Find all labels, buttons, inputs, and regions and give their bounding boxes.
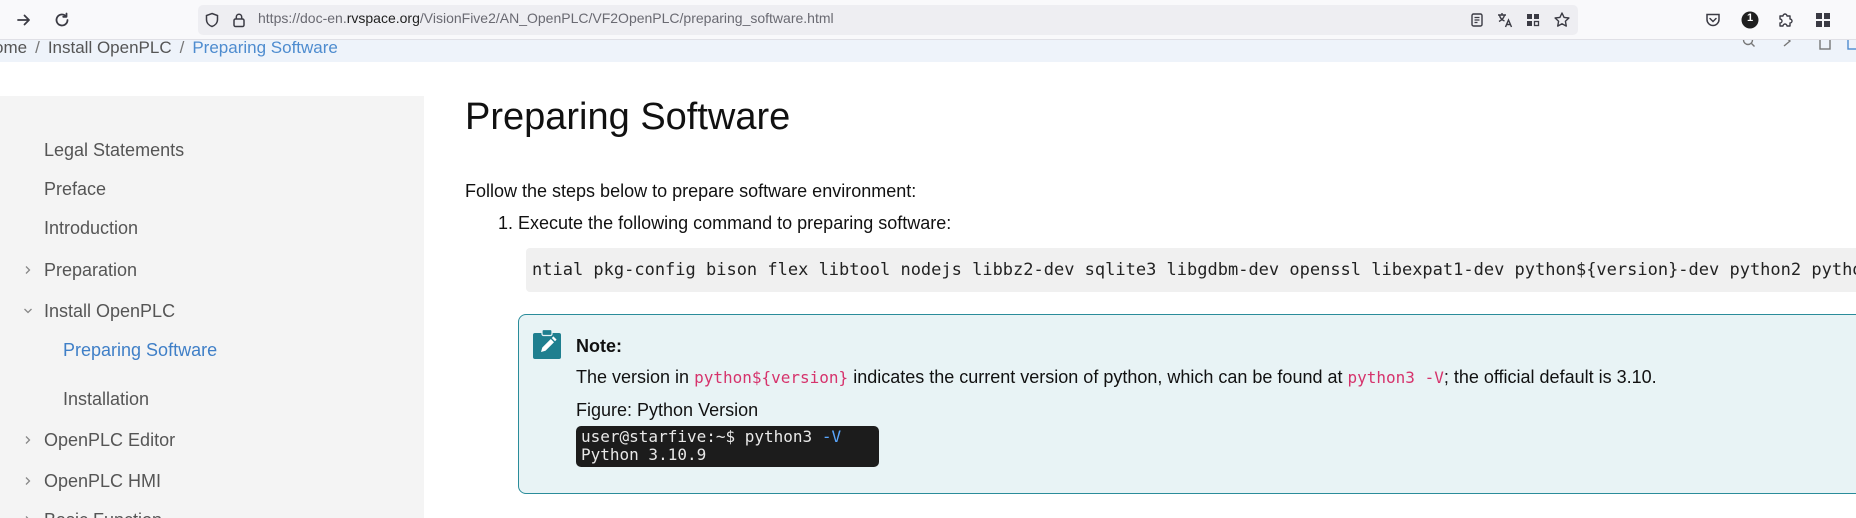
badge-count: 1 <box>1746 12 1754 24</box>
url-host: rvspace.org <box>346 10 420 26</box>
sidebar-item-label: Installation <box>63 389 150 409</box>
sidebar-item-preparation[interactable]: Preparation <box>25 260 138 281</box>
sidebar-item-install-openplc[interactable]: Install OpenPLC <box>24 301 176 322</box>
sidebar-item-preface[interactable]: Preface <box>44 179 106 200</box>
share-icon[interactable] <box>1846 40 1856 53</box>
inline-code: python${version} <box>694 368 849 387</box>
lock-icon[interactable] <box>229 10 249 30</box>
chevron-right-icon[interactable] <box>22 434 34 446</box>
chevron-right-icon[interactable] <box>22 514 34 518</box>
code-text: ntial pkg-config bison flex libtool node… <box>532 260 1856 280</box>
prev-page-icon[interactable] <box>1782 40 1794 51</box>
shield-icon[interactable] <box>202 10 222 30</box>
translate-icon[interactable] <box>1495 10 1515 30</box>
breadcrumb-separator: / <box>179 40 185 57</box>
apps-icon[interactable] <box>1812 9 1834 31</box>
chevron-right-icon[interactable] <box>22 264 34 276</box>
terminal-output: Python 3.10.9 <box>581 445 707 464</box>
chevron-down-icon[interactable] <box>22 305 34 317</box>
sidebar-item-openplc-editor[interactable]: OpenPLC Editor <box>25 430 176 451</box>
browser-toolbar: https://doc-en.rvspace.org/VisionFive2/A… <box>0 0 1856 40</box>
terminal-prompt: user@starfive:~$ python3 <box>581 427 822 446</box>
extensions-grid-icon[interactable] <box>1523 10 1543 30</box>
note-text: The version in <box>576 367 695 387</box>
sidebar-item-installation[interactable]: Installation <box>63 389 149 410</box>
inline-code: python3 -V <box>1347 368 1444 387</box>
step-1: 1. Execute the following command to prep… <box>498 213 952 233</box>
reader-view-icon[interactable] <box>1467 10 1487 30</box>
url-text[interactable]: https://doc-en.rvspace.org/VisionFive2/A… <box>258 10 834 26</box>
breadcrumb-home[interactable]: ome <box>0 40 27 57</box>
sidebar-item-label: Preparation <box>44 260 138 280</box>
sidebar-item-label: OpenPLC HMI <box>44 471 162 491</box>
note-text: ; the official default is 3.10. <box>1443 367 1657 387</box>
url-prefix: https://doc-en. <box>258 10 347 26</box>
reload-icon[interactable] <box>50 8 74 32</box>
terminal-screenshot: user@starfive:~$ python3 -V Python 3.10.… <box>576 426 879 467</box>
sidebar-item-label: Install OpenPLC <box>44 301 176 321</box>
breadcrumb-current: Preparing Software <box>192 40 338 57</box>
password-manager-icon[interactable]: 1 <box>1739 9 1761 31</box>
sidebar-item-label: Preface <box>44 179 107 199</box>
search-icon[interactable] <box>1742 40 1756 51</box>
sidebar-item-preparing-software[interactable]: Preparing Software <box>63 340 217 361</box>
note-pencil-icon <box>532 328 562 360</box>
sidebar-item-legal-statements[interactable]: Legal Statements <box>44 140 184 161</box>
terminal-flag: -V <box>821 427 842 446</box>
sidebar-item-label: Basic Function <box>44 510 162 518</box>
breadcrumb-separator: / <box>35 40 40 57</box>
lead-paragraph: Follow the steps below to prepare softwa… <box>465 181 917 201</box>
breadcrumb: ome / Install OpenPLC / Preparing Software <box>0 40 338 58</box>
sidebar-item-basic-function[interactable]: Basic Function <box>25 510 162 518</box>
chevron-right-icon[interactable] <box>22 475 34 487</box>
url-path: /VisionFive2/AN_OpenPLC/VF2OpenPLC/prepa… <box>419 10 834 26</box>
sidebar-item-label: Introduction <box>44 218 139 238</box>
bookmark-star-icon[interactable] <box>1552 10 1572 30</box>
pocket-icon[interactable] <box>1702 9 1724 31</box>
sidebar-item-label: OpenPLC Editor <box>44 430 176 450</box>
sidebar-item-openplc-hmi[interactable]: OpenPLC HMI <box>25 471 162 492</box>
note-title: Note: <box>576 336 622 356</box>
forward-icon[interactable] <box>12 8 36 32</box>
sidebar-item-introduction[interactable]: Introduction <box>44 218 138 239</box>
breadcrumb-install-openplc[interactable]: Install OpenPLC <box>48 40 172 57</box>
note-body: The version in python${version} indicate… <box>576 367 1657 388</box>
breadcrumb-bar: ome / Install OpenPLC / Preparing Software <box>0 40 1856 62</box>
sidebar-item-label: Preparing Software <box>63 340 218 360</box>
document-icon[interactable] <box>1818 40 1832 53</box>
page-title: Preparing Software <box>465 96 791 138</box>
main-content: Preparing Software Follow the steps belo… <box>424 62 1856 518</box>
code-block[interactable]: ntial pkg-config bison flex libtool node… <box>526 248 1856 292</box>
sidebar-nav: Legal Statements Preface Introduction Pr… <box>0 96 424 518</box>
note-box: Note: The version in python${version} in… <box>518 314 1856 494</box>
note-text: indicates the current version of python,… <box>848 367 1348 387</box>
puzzle-icon[interactable] <box>1774 9 1796 31</box>
terminal-line-1: user@starfive:~$ python3 -V <box>581 428 874 446</box>
sidebar-item-label: Legal Statements <box>44 140 185 160</box>
figure-caption: Figure: Python Version <box>576 400 759 420</box>
